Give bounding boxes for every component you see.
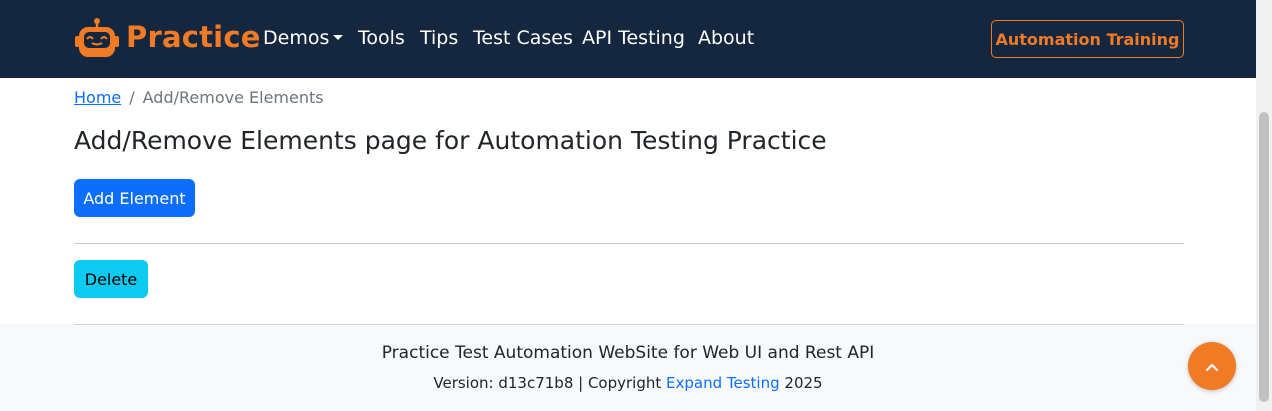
add-element-button[interactable]: Add Element [74,179,195,217]
page-scrollbar[interactable] [1256,0,1272,411]
nav-item-demos[interactable]: Demos [263,27,344,49]
breadcrumb: Home / Add/Remove Elements [74,88,324,107]
page-footer: Practice Test Automation WebSite for Web… [0,324,1256,411]
footer-title: Practice Test Automation WebSite for Web… [381,343,875,363]
content-divider [74,243,1184,244]
footer-version: Version: d13c71b8 | Copyright [433,374,662,392]
page-title: Add/Remove Elements page for Automation … [74,126,827,155]
nav-item-tips[interactable]: Tips [420,27,458,49]
breadcrumb-separator: / [129,88,135,107]
robot-logo-icon[interactable] [74,17,120,59]
footer-divider [74,324,1184,325]
brand-name[interactable]: Practice [126,20,261,54]
scroll-to-top-button[interactable] [1188,342,1236,390]
nav-item-api-testing[interactable]: API Testing [582,27,685,49]
nav-item-about[interactable]: About [698,27,754,49]
footer-copyright: Version: d13c71b8 | Copyright Expand Tes… [0,374,1256,392]
nav-item-label: Demos [263,27,330,49]
scrollbar-thumb[interactable] [1259,112,1269,402]
automation-training-button[interactable]: Automation Training [991,20,1184,58]
footer-year: 2025 [784,374,823,392]
top-navbar: Practice Demos Tools Tips Test Cases API… [0,0,1256,78]
breadcrumb-current: Add/Remove Elements [142,88,324,107]
chevron-up-icon [1205,357,1219,376]
nav-item-test-cases[interactable]: Test Cases [473,27,573,49]
caret-down-icon [333,35,344,40]
footer-expand-testing-link[interactable]: Expand Testing [666,374,780,392]
breadcrumb-home-link[interactable]: Home [74,88,121,107]
delete-button[interactable]: Delete [74,260,148,298]
nav-item-tools[interactable]: Tools [358,27,405,49]
